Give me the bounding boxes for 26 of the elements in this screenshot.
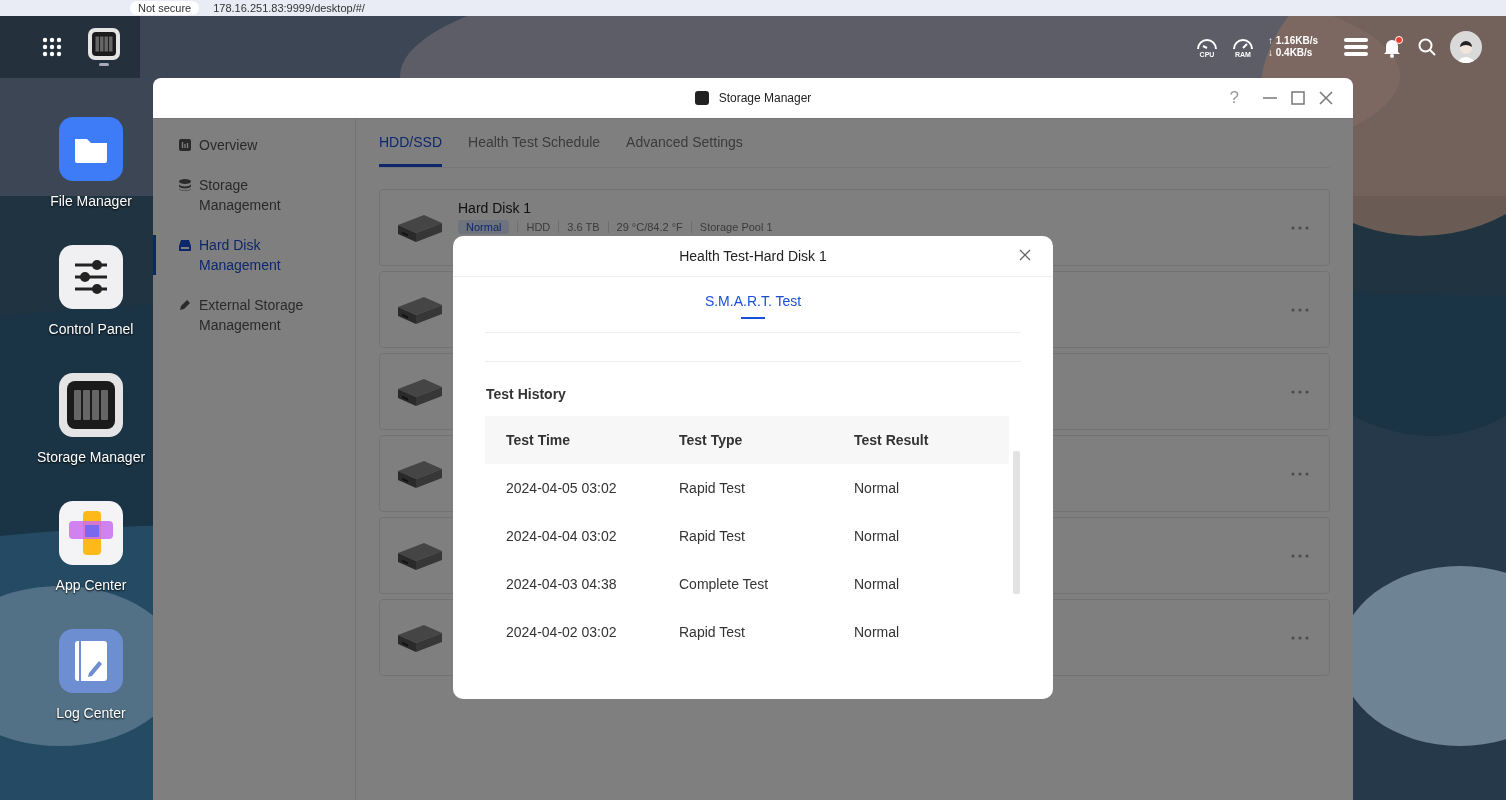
disk-detail: 29 °C/84.2 °F [607, 220, 691, 233]
column-header: Test Time [506, 432, 572, 448]
disk-detail: HDD [517, 220, 559, 233]
status-tag: Normal [458, 219, 510, 234]
disk-detail: Storage Pool 1 [690, 220, 781, 233]
table-cell-text: Rapid Test [679, 624, 746, 640]
table-cell-text: 2024-04-04 03:02 [506, 528, 618, 544]
section-title: Test History [486, 386, 567, 402]
table-cell-text: Complete Test [679, 576, 770, 592]
table-cell-text: 2024-04-05 03:02 [506, 480, 618, 496]
table-cell-text: Normal [854, 528, 901, 544]
dialog-title: Health Test-Hard Disk 1 [679, 248, 827, 264]
table-cell-text: Normal [854, 480, 901, 496]
window-title: Storage Manager [718, 91, 812, 105]
download-speed: ↓ 0.4KB/s [1267, 47, 1314, 59]
disk-name: Hard Disk 1 [458, 199, 533, 216]
disk-detail: 3.6 TB [558, 220, 608, 233]
table-cell-text: 2024-04-03 04:38 [506, 576, 618, 592]
table-cell-text: Rapid Test [679, 480, 746, 496]
column-header: Test Type [679, 432, 744, 448]
table-cell-text: Rapid Test [679, 528, 746, 544]
table-cell-text: Normal [854, 624, 901, 640]
table-cell-text: Normal [854, 576, 901, 592]
column-header: Test Result [854, 432, 930, 448]
upload-speed: ↑ 1.16KB/s [1267, 35, 1318, 47]
table-cell-text: 2024-04-02 03:02 [506, 624, 618, 640]
